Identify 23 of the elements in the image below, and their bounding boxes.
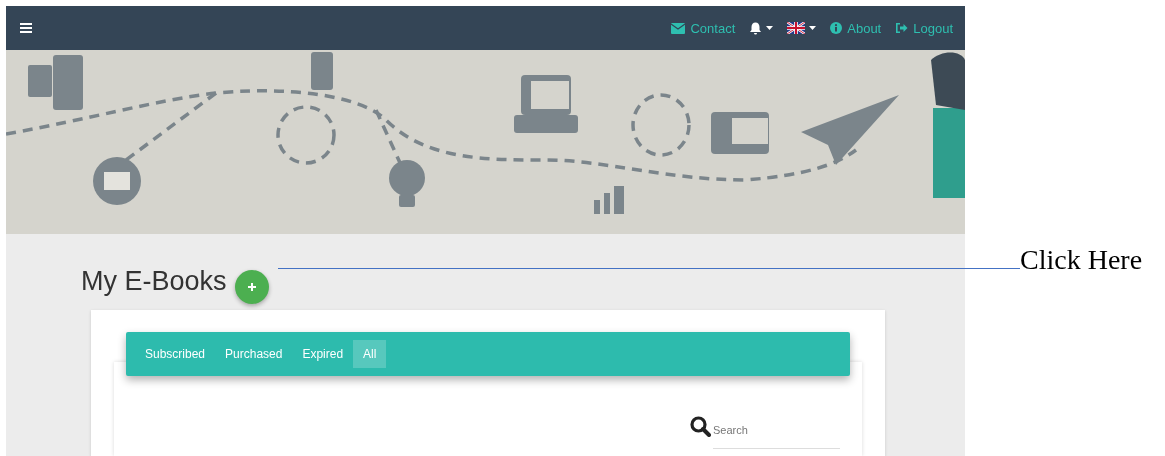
contact-link[interactable]: Contact bbox=[671, 20, 736, 36]
search-icon bbox=[690, 416, 711, 437]
annotation-label: Click Here bbox=[1020, 244, 1143, 277]
caret-icon bbox=[766, 26, 774, 30]
caret-icon bbox=[809, 26, 817, 30]
bell-icon bbox=[749, 21, 763, 35]
logout-link[interactable]: Logout bbox=[895, 20, 953, 36]
uk-flag-icon bbox=[787, 22, 806, 34]
search-field[interactable]: Search bbox=[713, 424, 840, 449]
envelope-icon bbox=[671, 22, 686, 34]
menu-icon[interactable] bbox=[20, 23, 32, 33]
page-title: My E-Books bbox=[81, 265, 227, 298]
add-button[interactable] bbox=[234, 270, 269, 304]
plus-icon bbox=[247, 283, 256, 291]
filter-tab[interactable]: Expired bbox=[292, 340, 354, 368]
info-icon bbox=[830, 22, 843, 34]
notifications-dropdown[interactable] bbox=[749, 21, 774, 35]
language-dropdown[interactable] bbox=[787, 22, 817, 34]
about-link[interactable]: About bbox=[830, 20, 882, 36]
filter-tab[interactable]: Subscribed bbox=[135, 340, 216, 368]
sign-out-icon bbox=[895, 22, 909, 34]
filter-tab[interactable]: Purchased bbox=[215, 340, 293, 368]
filter-tab[interactable]: All bbox=[353, 340, 387, 368]
